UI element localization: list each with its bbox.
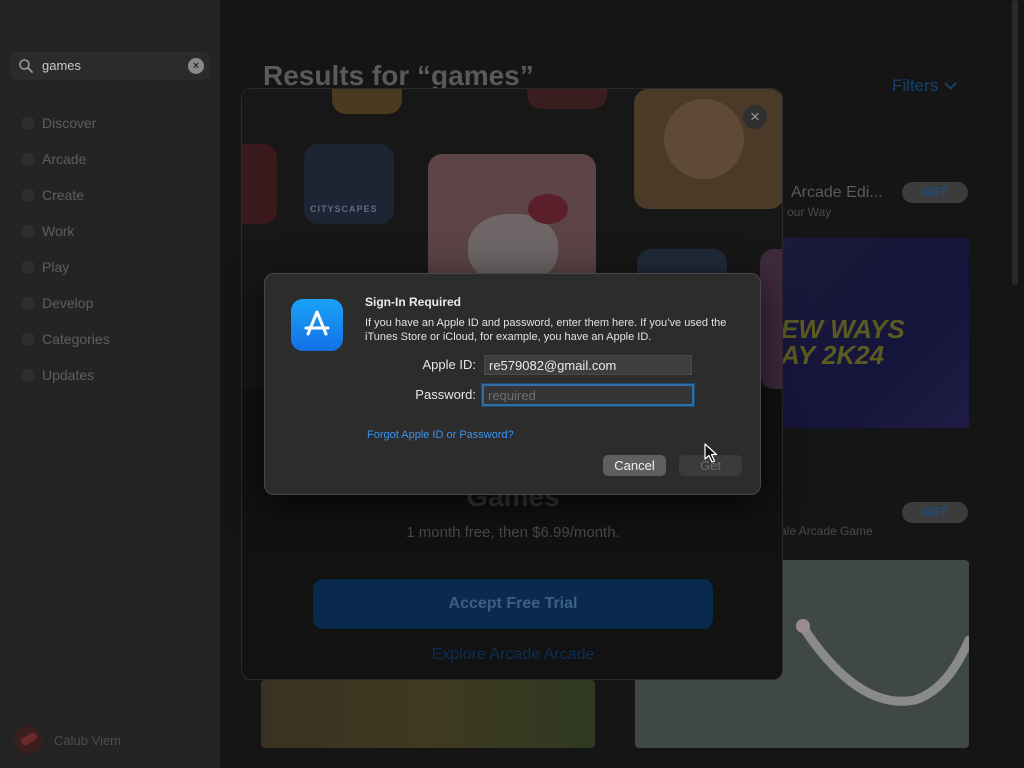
discover-icon: [22, 117, 34, 129]
sidebar-item-arcade[interactable]: Arcade: [22, 141, 110, 177]
develop-icon: [22, 297, 34, 309]
game-tile: [760, 249, 782, 389]
dialog-message: If you have an Apple ID and password, en…: [365, 317, 727, 343]
sidebar-item-label: Discover: [42, 115, 97, 131]
forgot-password-link[interactable]: Forgot Apple ID or Password?: [367, 429, 514, 441]
sidebar-item-categories[interactable]: Categories: [22, 321, 110, 357]
game-tile: [242, 144, 277, 224]
banner-text: EW WAYS AY 2K24: [781, 314, 905, 370]
sidebar-item-label: Work: [42, 223, 75, 239]
close-icon[interactable]: ×: [743, 105, 767, 129]
game-tile: CITYSCAPES: [304, 144, 394, 224]
result-subtitle: yale Arcade Game: [774, 524, 873, 538]
sign-in-dialog: Sign-In Required If you have an Apple ID…: [264, 273, 761, 495]
chevron-down-icon: [944, 77, 958, 90]
game-tile: [332, 89, 402, 114]
sidebar-item-label: Categories: [42, 331, 110, 347]
password-label: Password:: [415, 387, 476, 402]
apple-id-label: Apple ID:: [422, 357, 476, 372]
sidebar: games × Discover Arcade Create Work Play…: [0, 0, 221, 768]
search-query[interactable]: games: [42, 58, 81, 73]
scrollbar[interactable]: [1012, 0, 1018, 285]
game-screenshot[interactable]: [261, 680, 595, 748]
get-button[interactable]: GET: [902, 182, 968, 203]
avatar: [14, 726, 42, 754]
updates-icon: [22, 369, 34, 381]
cancel-button[interactable]: Cancel: [603, 455, 666, 476]
sidebar-item-label: Arcade: [42, 151, 87, 167]
sidebar-item-label: Develop: [42, 295, 94, 311]
price-text: 1 month free, then $6.99/month.: [406, 524, 620, 541]
filters-label: Filters: [892, 76, 939, 95]
user-name: Calub Viem: [54, 732, 121, 748]
create-icon: [22, 189, 34, 201]
clear-icon[interactable]: ×: [188, 58, 204, 74]
password-field[interactable]: [482, 384, 694, 406]
magnifier-icon: [19, 59, 33, 73]
sidebar-item-discover[interactable]: Discover: [22, 105, 110, 141]
filters-button[interactable]: Filters: [892, 76, 958, 96]
categories-icon: [22, 333, 34, 345]
app-store-icon: [291, 299, 343, 351]
sidebar-item-label: Create: [42, 187, 85, 203]
get-button[interactable]: GET: [902, 502, 968, 523]
sidebar-item-label: Play: [42, 259, 70, 275]
accept-free-trial-button[interactable]: Accept Free Trial: [313, 579, 713, 629]
arcade-icon: [22, 153, 34, 165]
result-subtitle: our Way: [787, 205, 832, 219]
sidebar-item-label: Updates: [42, 367, 95, 383]
result-title[interactable]: Arcade Edi...: [791, 184, 883, 202]
sidebar-item-develop[interactable]: Develop: [22, 285, 110, 321]
promo-banner[interactable]: EW WAYS AY 2K24: [779, 238, 969, 428]
apple-id-field[interactable]: [484, 355, 692, 375]
play-icon: [22, 261, 34, 273]
pointer-cursor-icon: [704, 443, 718, 463]
search-field[interactable]: games ×: [10, 52, 210, 80]
game-tile: [527, 89, 607, 109]
account-button[interactable]: Calub Viem: [14, 726, 121, 754]
work-icon: [22, 225, 34, 237]
sidebar-item-create[interactable]: Create: [22, 177, 110, 213]
tile-label: CITYSCAPES: [310, 204, 378, 214]
sidebar-item-updates[interactable]: Updates: [22, 357, 110, 393]
sidebar-item-work[interactable]: Work: [22, 213, 110, 249]
dialog-title: Sign-In Required: [365, 295, 461, 309]
sidebar-item-play[interactable]: Play: [22, 249, 110, 285]
explore-arcade-link[interactable]: Explore Arcade Arcade: [242, 646, 782, 664]
sidebar-nav: Discover Arcade Create Work Play Develop…: [22, 105, 110, 393]
